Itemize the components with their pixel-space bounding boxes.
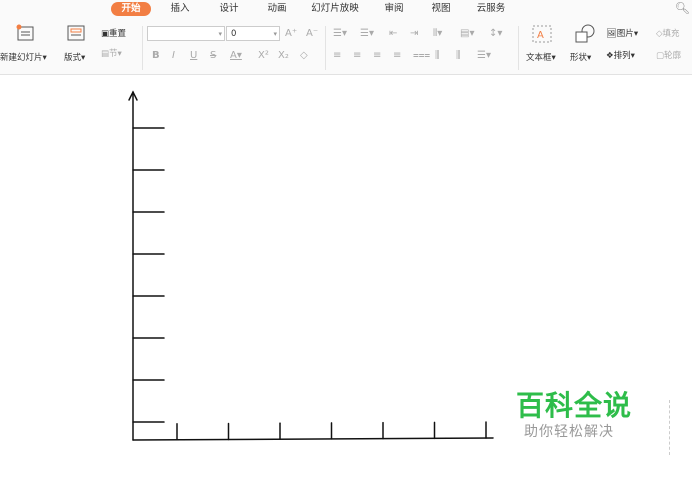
font-size-value: 0: [231, 29, 237, 39]
subscript-icon[interactable]: X₂: [278, 50, 289, 62]
tab-slideshow[interactable]: 幻灯片放映: [305, 2, 365, 16]
align-text-icon[interactable]: ▤▾: [460, 28, 474, 40]
shape-button[interactable]: 形状▾: [570, 52, 591, 64]
arrange-button[interactable]: ❖排列▾: [606, 50, 635, 62]
search-icon[interactable]: 🔍︎: [675, 1, 690, 15]
outline-button[interactable]: ▢轮廓: [656, 50, 681, 62]
ribbon-tabs: 开始 插入 设计 动画 幻灯片放映 审阅 视图 云服务 🔍︎: [0, 0, 692, 18]
distribute-icon[interactable]: ⩶: [413, 50, 430, 62]
columns-icon[interactable]: ⫼: [435, 50, 440, 62]
tab-cloud[interactable]: 云服务: [471, 2, 511, 16]
reset-button[interactable]: ▣重置: [101, 28, 126, 40]
font-size-select[interactable]: 0 ▾: [226, 26, 280, 41]
strikethrough-icon[interactable]: S: [210, 50, 216, 62]
textbox-icon[interactable]: A: [532, 25, 552, 47]
divider: [325, 26, 326, 70]
fill-button[interactable]: ◇填充: [656, 28, 680, 40]
superscript-icon[interactable]: X²: [258, 50, 269, 62]
bullet-list-icon[interactable]: ☰▾: [333, 28, 347, 40]
divider: [518, 26, 519, 70]
reset-icon: ▣: [101, 29, 110, 39]
tab-review[interactable]: 审阅: [377, 2, 411, 16]
tab-animation[interactable]: 动画: [260, 2, 294, 16]
spacing-icon[interactable]: ⫼: [456, 50, 461, 62]
divider: [142, 26, 143, 70]
section-button[interactable]: ▤节▾: [101, 48, 122, 60]
arrange-label: 排列: [613, 51, 631, 61]
reset-label: 重置: [109, 29, 127, 39]
outline-label: 轮廓: [664, 51, 682, 61]
layout-icon[interactable]: [67, 25, 85, 45]
justify-icon[interactable]: ≡: [393, 50, 401, 62]
bold-icon[interactable]: B: [152, 50, 160, 62]
underline-icon[interactable]: U: [190, 50, 197, 62]
increase-indent-icon[interactable]: ⇥: [410, 28, 418, 40]
new-slide-button[interactable]: 新建幻灯片▾: [0, 52, 47, 64]
font-family-select[interactable]: ▾: [147, 26, 225, 41]
x-axis-line: [132, 437, 494, 441]
watermark: 百科全说 助你轻松解决: [516, 390, 644, 442]
shape-icon[interactable]: [574, 24, 596, 48]
tab-insert[interactable]: 插入: [163, 2, 197, 16]
font-color-icon[interactable]: A▾: [230, 50, 242, 62]
chevron-down-icon: ▾: [218, 30, 222, 38]
slide-edge-guide: [668, 400, 670, 455]
fill-label: 填充: [662, 29, 680, 39]
section-label: 节: [109, 49, 118, 59]
arrange-icon: ❖: [606, 51, 614, 61]
clear-format-icon[interactable]: ◇: [300, 50, 308, 62]
increase-font-icon[interactable]: A⁺: [285, 28, 297, 40]
textbox-label: 文本框: [526, 53, 552, 63]
outline-icon: ▢: [656, 51, 665, 61]
decrease-font-icon[interactable]: A⁻: [306, 28, 318, 40]
svg-text:A: A: [537, 30, 544, 41]
watermark-title: 百科全说: [516, 389, 633, 422]
chevron-down-icon: ▾: [273, 30, 277, 38]
tab-view[interactable]: 视图: [424, 2, 458, 16]
textbox-button[interactable]: 文本框▾: [526, 52, 556, 64]
picture-icon: 🖼︎: [606, 29, 617, 39]
paragraph-options-icon[interactable]: ☰▾: [477, 50, 491, 62]
layout-label: 版式: [64, 53, 82, 63]
align-left-icon[interactable]: ≡: [333, 50, 341, 62]
picture-button[interactable]: 🖼︎图片▾: [606, 28, 638, 40]
shape-label: 形状: [570, 53, 588, 63]
tab-home[interactable]: 开始: [111, 2, 151, 16]
tab-design[interactable]: 设计: [212, 2, 246, 16]
new-slide-icon[interactable]: [14, 24, 38, 44]
align-center-icon[interactable]: ≡: [353, 50, 361, 62]
section-icon: ▤: [101, 49, 110, 59]
decrease-indent-icon[interactable]: ⇤: [389, 28, 397, 40]
align-right-icon[interactable]: ≡: [373, 50, 381, 62]
layout-button[interactable]: 版式▾: [64, 52, 85, 64]
new-slide-label: 新建幻灯片: [0, 53, 43, 63]
numbered-list-icon[interactable]: ☰▾: [360, 28, 374, 40]
text-direction-icon[interactable]: ⫴▾: [433, 28, 442, 40]
line-spacing-icon[interactable]: ↕▾: [489, 28, 502, 40]
ribbon: 开始 插入 设计 动画 幻灯片放映 审阅 视图 云服务 🔍︎ 新建幻灯片▾ 版式…: [0, 0, 692, 75]
ribbon-toolbar: 新建幻灯片▾ 版式▾ ▣重置 ▤节▾ ▾ 0 ▾ A⁺ A⁻ B I U S A▾…: [0, 20, 692, 72]
picture-label: 图片: [616, 29, 634, 39]
italic-icon[interactable]: I: [172, 50, 175, 62]
watermark-subtitle: 助你轻松解决: [524, 424, 614, 440]
